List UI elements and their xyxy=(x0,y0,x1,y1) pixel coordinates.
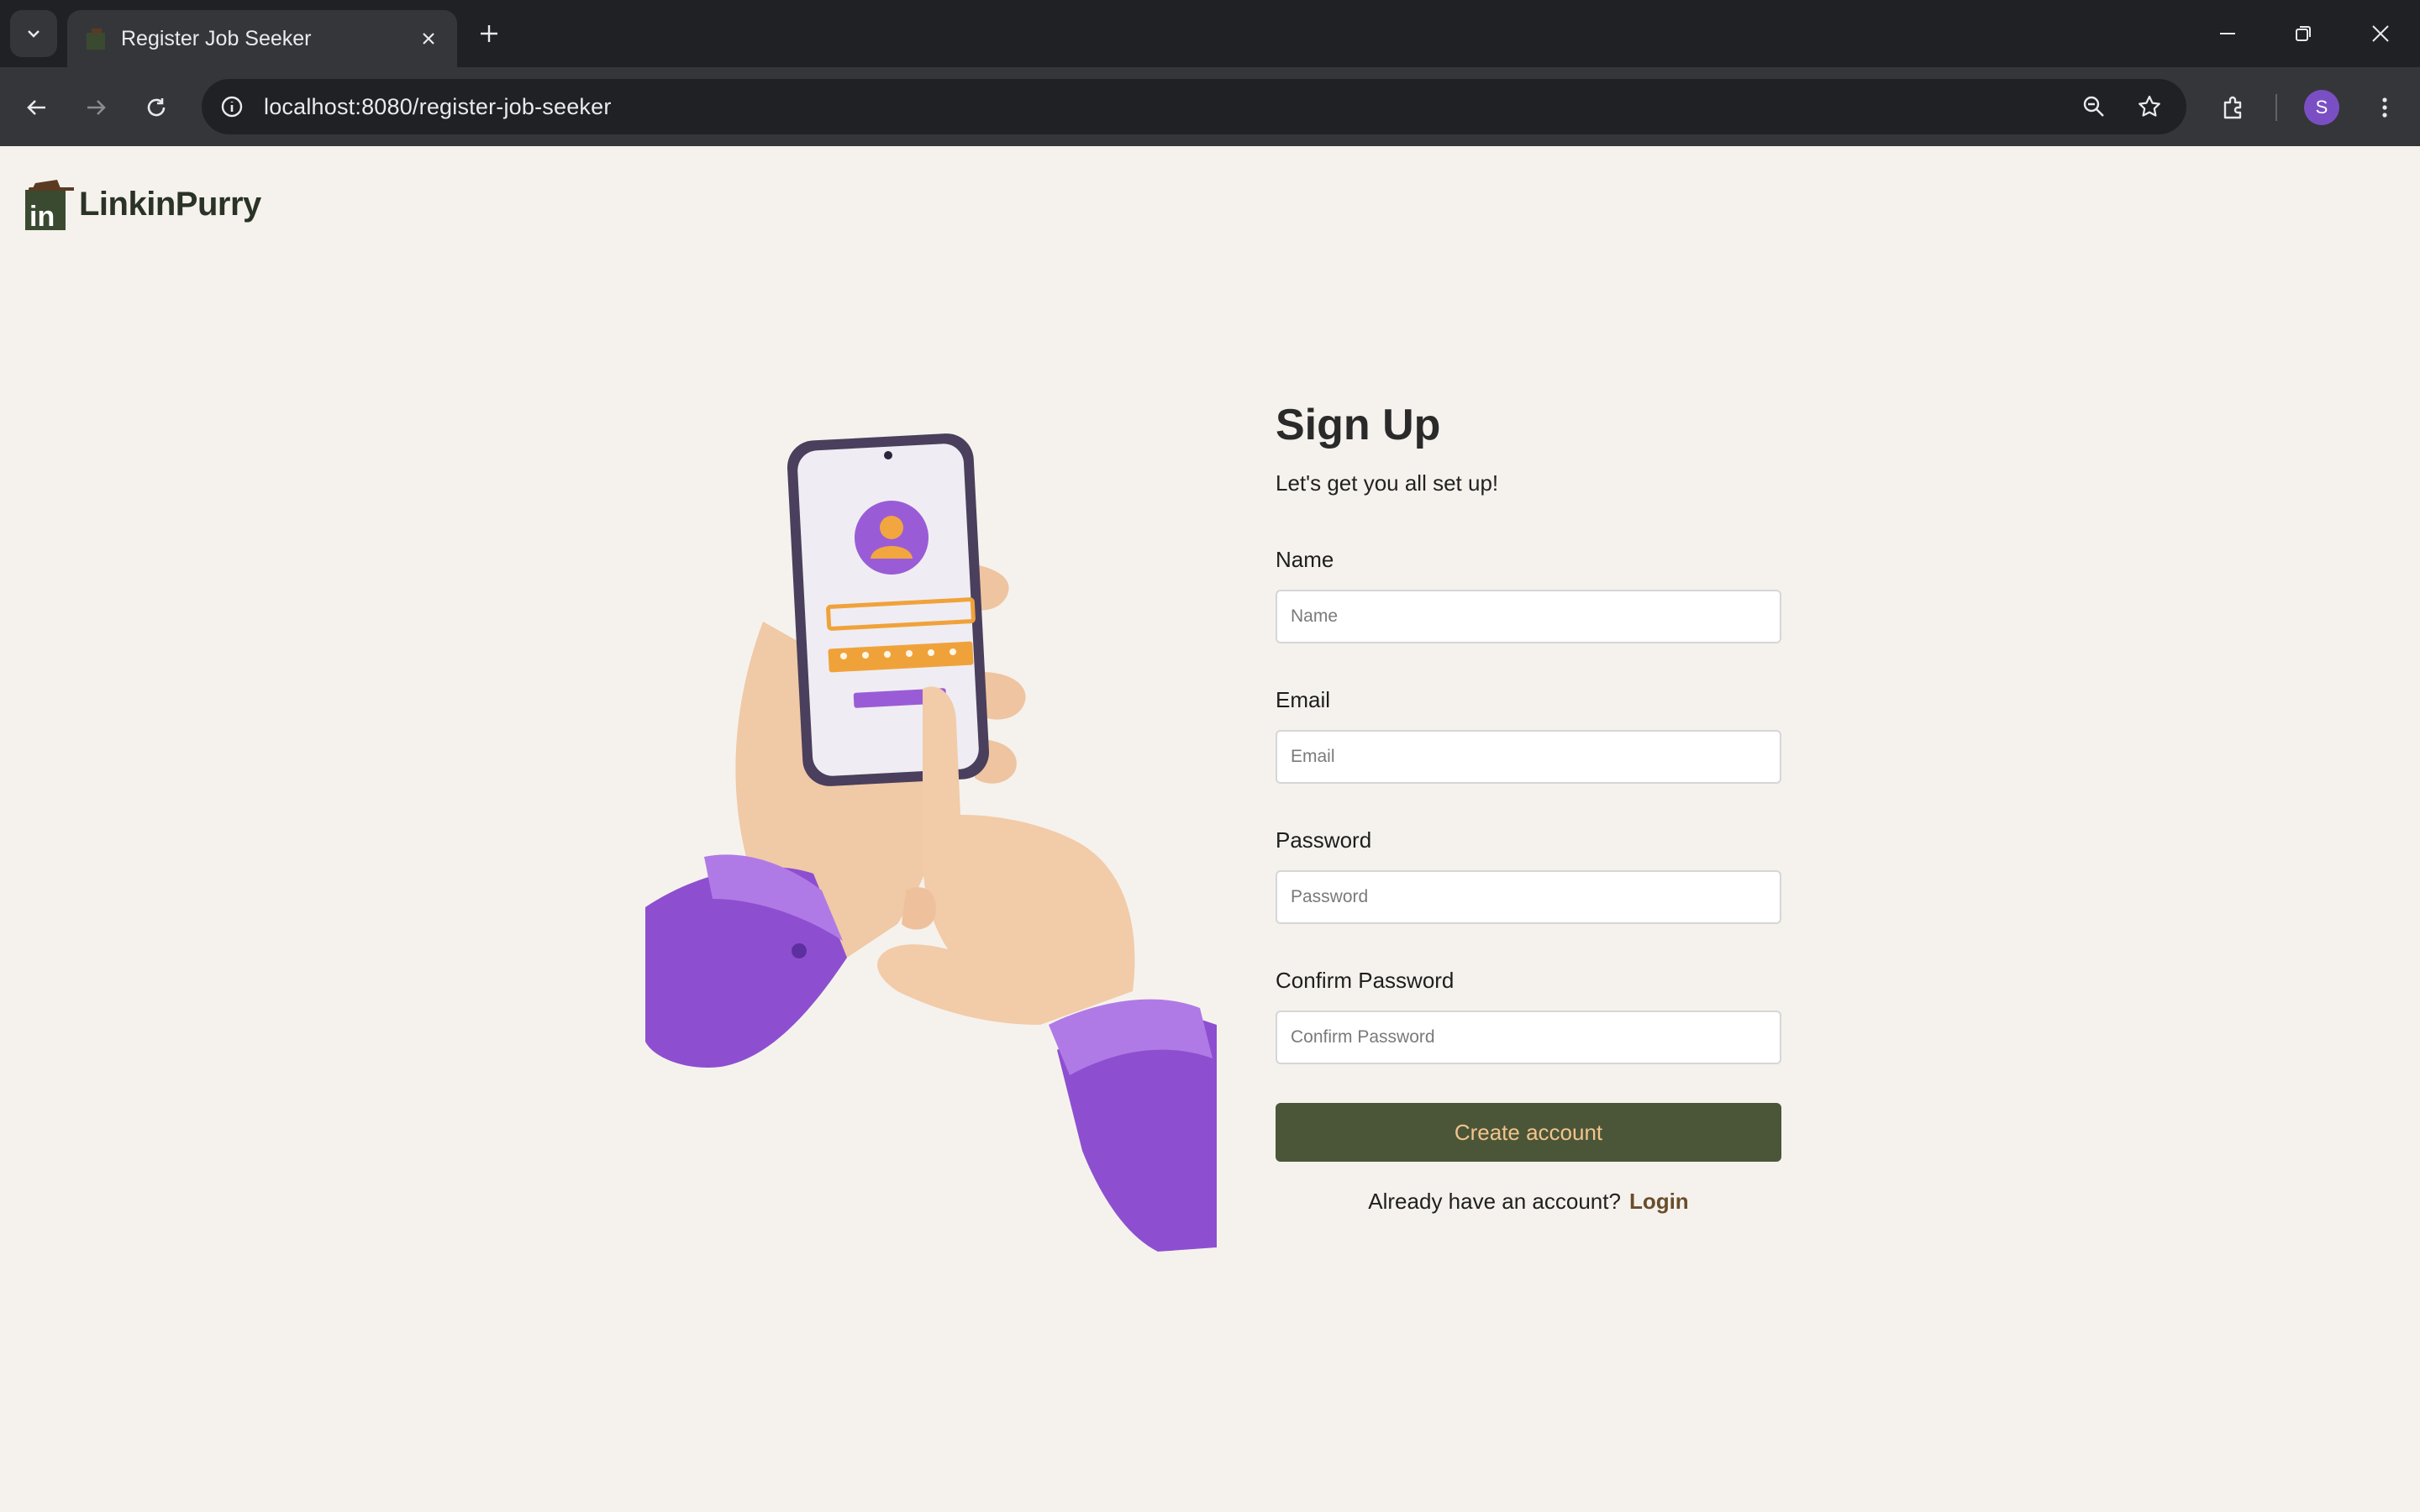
back-icon xyxy=(27,100,45,115)
back-button[interactable] xyxy=(15,86,59,129)
reload-icon xyxy=(147,98,166,117)
url-text: localhost:8080/register-job-seeker xyxy=(264,94,612,119)
forward-button[interactable] xyxy=(74,86,118,129)
restore-icon xyxy=(2296,26,2311,41)
address-bar[interactable]: localhost:8080/register-job-seeker xyxy=(202,79,2186,134)
page-title: Sign Up xyxy=(1276,401,1441,449)
toolbar-divider xyxy=(2275,94,2277,121)
bookmark-star-icon xyxy=(2139,95,2160,117)
minimize-button[interactable] xyxy=(2190,0,2265,67)
email-label: Email xyxy=(1276,687,1331,712)
zoom-button[interactable] xyxy=(2074,87,2114,127)
name-label: Name xyxy=(1276,547,1334,572)
browser-toolbar: localhost:8080/register-job-seeker S xyxy=(0,67,2420,146)
tab-title: Register Job Seeker xyxy=(121,27,312,50)
new-tab-button[interactable] xyxy=(471,15,508,52)
login-prompt-text: Already have an account? xyxy=(1368,1189,1621,1214)
extensions-icon xyxy=(2223,96,2242,119)
confirm-password-input[interactable] xyxy=(1276,1011,1781,1064)
restore-button[interactable] xyxy=(2265,0,2341,67)
tab-list-button[interactable] xyxy=(10,10,57,57)
zoom-icon xyxy=(2083,96,2104,117)
minimize-icon xyxy=(2220,33,2235,34)
email-input[interactable] xyxy=(1276,730,1781,784)
close-tab-button[interactable] xyxy=(412,22,445,55)
browser-menu-button[interactable] xyxy=(2363,86,2407,129)
confirm-password-label: Confirm Password xyxy=(1276,968,1455,993)
brand-name: LinkinPurry xyxy=(79,186,261,223)
close-window-icon xyxy=(2372,25,2389,42)
logo-mark-icon: in xyxy=(25,180,74,232)
logo-mark-text: in xyxy=(29,201,55,232)
site-info-icon xyxy=(221,96,243,118)
active-tab[interactable]: Register Job Seeker xyxy=(67,10,457,67)
name-input[interactable] xyxy=(1276,590,1781,643)
page-subtitle: Let's get you all set up! xyxy=(1276,470,1499,496)
site-info-button[interactable] xyxy=(212,87,252,127)
bookmark-button[interactable] xyxy=(2129,87,2170,127)
password-input[interactable] xyxy=(1276,870,1781,924)
profile-avatar[interactable]: S xyxy=(2304,90,2339,125)
login-link[interactable]: Login xyxy=(1629,1189,1689,1214)
extensions-button[interactable] xyxy=(2212,86,2255,129)
browser-tab-strip: Register Job Seeker xyxy=(0,0,2420,67)
tab-list-icon xyxy=(28,30,39,38)
brand-logo[interactable]: in LinkinPurry xyxy=(24,168,261,232)
close-window-button[interactable] xyxy=(2343,0,2418,67)
new-tab-icon xyxy=(481,25,497,42)
favicon-icon xyxy=(87,29,105,50)
reload-button[interactable] xyxy=(134,86,178,129)
menu-dots-icon xyxy=(2382,97,2387,118)
forward-icon xyxy=(87,100,106,115)
signup-form: Sign Up Let's get you all set up! Name E… xyxy=(1276,395,1781,1215)
close-tab-icon xyxy=(423,33,434,45)
phone-login-illustration xyxy=(645,433,1217,1252)
password-label: Password xyxy=(1276,827,1372,853)
create-account-button[interactable]: Create account xyxy=(1276,1103,1781,1162)
login-prompt: Already have an account? Login xyxy=(1276,1189,1781,1215)
